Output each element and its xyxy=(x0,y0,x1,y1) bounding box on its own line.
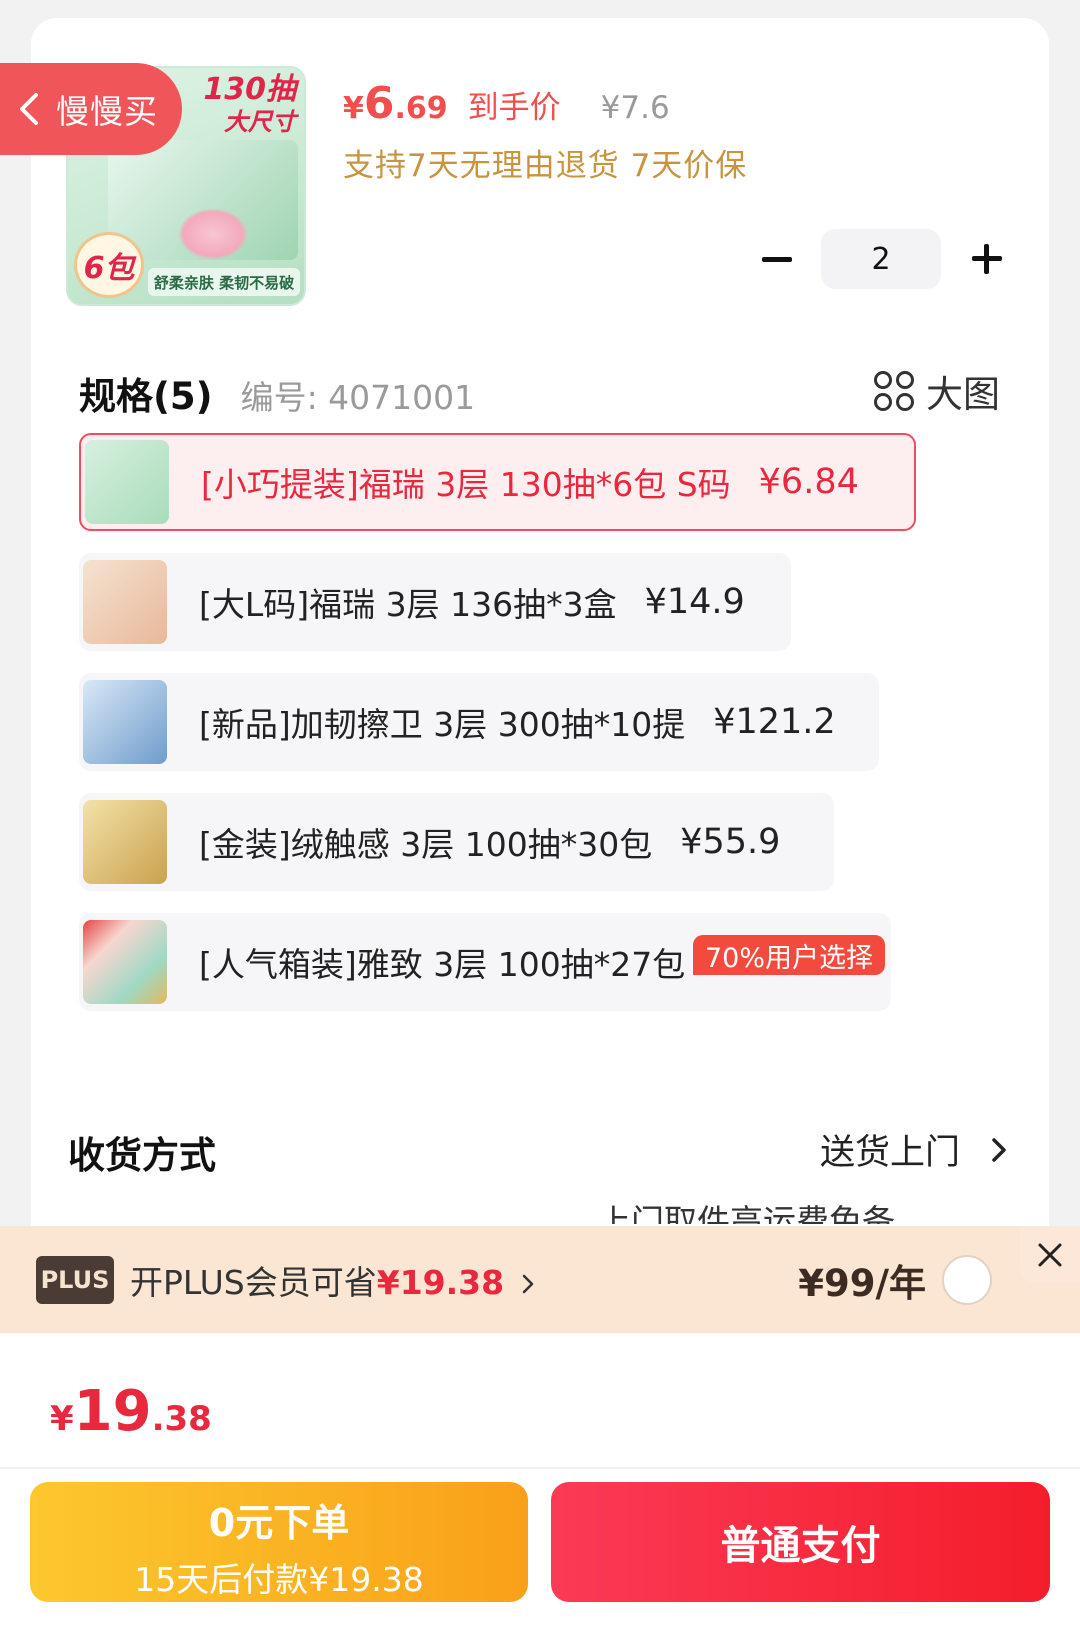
close-button[interactable] xyxy=(1020,1226,1080,1283)
big-image-label: 大图 xyxy=(926,373,1000,416)
delivery-method-selector[interactable]: 送货上门 xyxy=(820,1124,1008,1175)
spec-code: 编号: 4071001 xyxy=(240,378,476,417)
thumb-count-text: 130抽 xyxy=(203,72,296,107)
close-icon xyxy=(1038,1243,1062,1266)
delivery-value: 送货上门 xyxy=(819,1133,960,1173)
total-decimal: .38 xyxy=(151,1399,212,1439)
plus-message-prefix: 开PLUS会员可省 xyxy=(130,1262,377,1302)
quantity-stepper: 2 xyxy=(757,229,1007,289)
option-label: [金装]绒触感 3层 100抽*30包 xyxy=(199,825,653,864)
option-label: [人气箱装]雅致 3层 100抽*27包 xyxy=(199,945,686,984)
pay-later-button[interactable]: 0元下单 15天后付款¥19.38 xyxy=(30,1482,528,1602)
back-button[interactable]: 慢慢买 xyxy=(0,63,182,155)
big-image-button[interactable]: 大图 xyxy=(874,364,1000,418)
quantity-input[interactable]: 2 xyxy=(821,229,941,289)
increase-button[interactable] xyxy=(967,239,1007,279)
checkout-footer: ¥ 19 .38 0元下单 15天后付款¥19.38 普通支付 xyxy=(0,1333,1080,1637)
spec-header: 规格(5) 编号: 4071001 xyxy=(79,366,475,420)
price-line: ¥ 6 .69 到手价 ¥7.6 xyxy=(343,78,670,129)
popular-badge: 70%用户选择 xyxy=(693,935,886,975)
spec-option[interactable]: [新品]加韧擦卫 3层 300抽*10提 ¥121.2 xyxy=(79,673,879,771)
option-price: ¥6.84 xyxy=(758,462,859,502)
delivery-hint: 上门取件高运费免备 xyxy=(598,1202,895,1224)
spec-option[interactable]: [大L码]福瑞 3层 136抽*3盒 ¥14.9 xyxy=(79,553,791,651)
spec-option[interactable]: [金装]绒触感 3层 100抽*30包 ¥55.9 xyxy=(79,793,834,891)
option-price: ¥55.9 xyxy=(680,822,781,862)
spec-option[interactable]: [小巧提装]福瑞 3层 130抽*6包 S码 ¥6.84 xyxy=(79,433,916,531)
option-thumbnail xyxy=(85,440,169,524)
chevron-right-icon xyxy=(992,1137,1006,1162)
price-decimal: .69 xyxy=(394,91,448,126)
lotus-graphic xyxy=(178,208,248,260)
grid-icon xyxy=(874,371,914,411)
option-price: ¥121.2 xyxy=(713,702,836,742)
plus-yearly-price: ¥99/年 xyxy=(798,1261,926,1305)
original-price: ¥7.6 xyxy=(600,90,670,126)
promo-text: 支持7天无理由退货 7天价保 xyxy=(343,148,748,184)
minus-icon xyxy=(762,256,792,262)
back-label: 慢慢买 xyxy=(56,92,158,131)
option-thumbnail xyxy=(83,920,167,1004)
plus-message: 开PLUS会员可省¥19.38 xyxy=(130,1256,535,1304)
plus-logo: PLUS xyxy=(36,1255,114,1304)
delivery-label: 收货方式 xyxy=(68,1134,216,1177)
option-label: [新品]加韧擦卫 3层 300抽*10提 xyxy=(199,705,686,744)
normal-pay-button[interactable]: 普通支付 xyxy=(551,1482,1050,1602)
spec-title: 规格(5) xyxy=(79,375,213,418)
total-price: ¥ 19 .38 xyxy=(50,1379,212,1444)
chevron-right-icon xyxy=(522,1274,533,1294)
chevron-left-icon xyxy=(20,93,38,125)
option-label: [大L码]福瑞 3层 136抽*3盒 xyxy=(199,585,617,624)
option-thumbnail xyxy=(83,560,167,644)
plus-membership-bar[interactable]: PLUS 开PLUS会员可省¥19.38 ¥99/年 xyxy=(0,1226,1080,1333)
plus-saving: ¥19.38 xyxy=(376,1262,505,1302)
price-integer: 6 xyxy=(363,78,395,129)
option-price: ¥14.9 xyxy=(644,582,745,622)
thumb-pack-badge: 6包 xyxy=(74,232,144,298)
option-label: [小巧提装]福瑞 3层 130抽*6包 S码 xyxy=(201,465,731,504)
total-integer: 19 xyxy=(73,1379,152,1444)
price-tag: 到手价 xyxy=(467,90,561,126)
thumb-count-badge: 130抽 大尺寸 xyxy=(203,74,296,138)
pay-later-title: 0元下单 xyxy=(208,1501,350,1545)
decrease-button[interactable] xyxy=(757,239,797,279)
plus-radio[interactable] xyxy=(942,1254,992,1305)
pay-later-subtitle: 15天后付款¥19.38 xyxy=(134,1560,424,1599)
option-thumbnail xyxy=(83,800,167,884)
divider xyxy=(0,1467,1080,1469)
price-currency: ¥ xyxy=(343,91,364,126)
thumb-slogan: 舒柔亲肤 柔韧不易破 xyxy=(148,268,300,296)
total-currency: ¥ xyxy=(50,1399,74,1439)
option-thumbnail xyxy=(83,680,167,764)
thumb-size-text: 大尺寸 xyxy=(224,108,296,136)
